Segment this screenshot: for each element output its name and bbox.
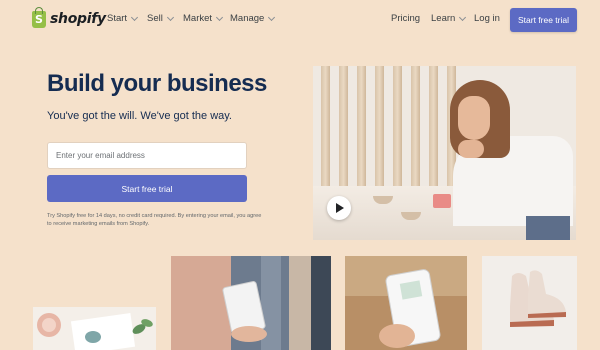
wall-slat xyxy=(411,66,420,196)
pink-tool xyxy=(433,194,451,208)
nav-pricing-label: Pricing xyxy=(391,13,421,24)
nav-learn-link[interactable]: Learn xyxy=(431,13,467,24)
nav-login-link[interactable]: Log in xyxy=(474,13,500,24)
nav-item-label: Market xyxy=(183,13,213,24)
tablet-photo xyxy=(171,256,331,350)
shopping-bag-icon xyxy=(32,6,46,28)
nav-learn-label: Learn xyxy=(431,13,456,24)
plant-photo xyxy=(33,307,156,350)
shoes-photo xyxy=(482,256,577,350)
wall-slat xyxy=(375,66,384,196)
play-button[interactable] xyxy=(327,196,351,220)
shopify-logo[interactable]: shopify xyxy=(32,6,106,29)
phone-photo xyxy=(345,256,467,350)
nav-login-label: Log in xyxy=(474,13,500,24)
top-navigation: shopify Start Sell Market Manage Pricing… xyxy=(0,0,600,38)
nav-item-label: Start xyxy=(107,13,128,24)
start-free-trial-nav-button[interactable]: Start free trial xyxy=(510,8,577,32)
nav-pricing-link[interactable]: Pricing xyxy=(391,13,420,24)
chevron-down-icon xyxy=(459,13,467,21)
nav-item-sell[interactable]: Sell xyxy=(147,13,174,24)
shoes-photo-art xyxy=(482,256,577,350)
wall-slat xyxy=(393,66,402,196)
start-free-trial-button[interactable]: Start free trial xyxy=(47,175,247,202)
wall-slat xyxy=(429,66,438,196)
nav-item-label: Sell xyxy=(147,13,163,24)
hero-title: Build your business xyxy=(47,70,267,97)
chevron-down-icon xyxy=(131,13,139,21)
disclaimer-text: Try Shopify free for 14 days, no credit … xyxy=(47,213,262,228)
wall-slat xyxy=(357,66,366,196)
wall-slat xyxy=(339,66,348,196)
hero-video[interactable] xyxy=(313,66,576,240)
wall-slat xyxy=(321,66,330,196)
nav-item-manage[interactable]: Manage xyxy=(230,13,276,24)
person-hands xyxy=(458,140,484,158)
tablet-photo-art xyxy=(171,256,331,350)
nav-item-market[interactable]: Market xyxy=(183,13,224,24)
hero-subtitle: You've got the will. We've got the way. xyxy=(47,110,232,122)
play-icon xyxy=(336,203,344,213)
plant-photo-art xyxy=(37,312,153,350)
person-face xyxy=(458,96,490,140)
chevron-down-icon xyxy=(166,13,174,21)
nav-item-label: Manage xyxy=(230,13,265,24)
chevron-down-icon xyxy=(216,13,224,21)
logo-wordmark: shopify xyxy=(50,11,106,27)
chevron-down-icon xyxy=(268,13,276,21)
email-input[interactable] xyxy=(47,142,247,169)
person-jeans xyxy=(526,216,570,240)
nav-item-start[interactable]: Start xyxy=(107,13,139,24)
phone-photo-art xyxy=(345,256,467,350)
